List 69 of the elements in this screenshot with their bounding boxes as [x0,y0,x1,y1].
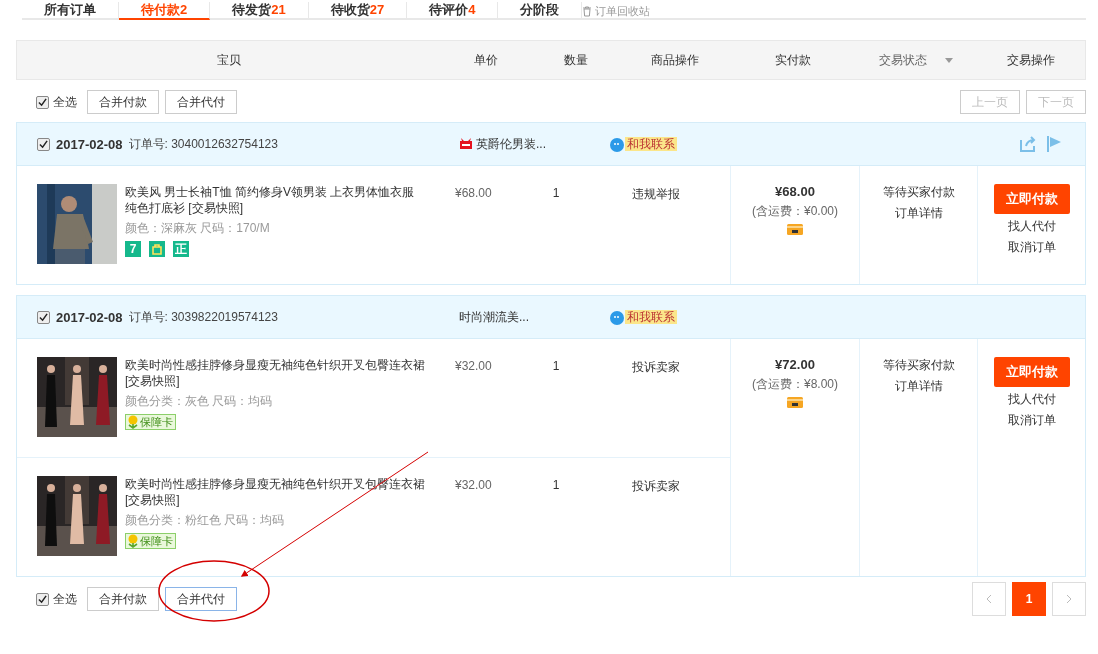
genuine-badge: 正 [173,241,189,257]
order-date: 2017-02-08 [56,309,123,325]
product-title-link[interactable]: 欧美时尚性感挂脖修身显瘦无袖纯色针织开叉包臀连衣裙 [交易快照] [125,357,425,389]
order-status: 等待买家付款 [882,357,955,374]
column-header: 实付款 [775,52,811,67]
total-paid: ¥72.00 [775,357,815,372]
order-number: 订单号: 3039822019574123 [128,308,278,326]
status-filter-dropdown[interactable]: 交易状态 [878,51,953,69]
column-header: 数量 [564,52,588,67]
shop-badge-icon [459,138,473,150]
caret-icon [944,57,953,63]
quantity: 1 [552,359,560,373]
order-action-link[interactable]: 找人代付 [1007,391,1056,408]
trash-icon [582,5,593,17]
order-tab[interactable]: 所有订单 [22,2,119,18]
chevron-right-icon [1066,594,1072,604]
merge-button[interactable]: 合并代付 [165,587,237,611]
quantity: 1 [552,478,560,492]
item-action-link[interactable]: 违规举报 [631,187,680,201]
product-specs: 颜色分类：灰色 尺码：均码 [125,393,274,410]
order-checkbox[interactable] [37,137,50,151]
chat-bubble-icon [609,136,625,152]
merge-button[interactable]: 合并付款 [87,90,159,114]
order-tab[interactable]: 待收货27 [308,2,408,18]
order-tab[interactable]: 分阶段 [498,2,583,18]
unit-price: ¥32.00 [455,478,492,492]
select-all-checkbox[interactable] [36,592,49,606]
select-all-label[interactable]: 全选 [53,93,77,111]
merge-button[interactable]: 合并代付 [165,90,237,114]
column-header: 单价 [474,52,498,67]
guarantee-card-badge: 保障卡 [125,533,176,549]
item-action-link[interactable]: 投诉卖家 [631,360,680,374]
credit-card-icon [787,397,803,408]
order-tab[interactable]: 待付款2 [119,2,211,20]
order-checkbox[interactable] [37,310,50,324]
item-action-link[interactable]: 投诉卖家 [631,479,680,493]
shop-name-link[interactable]: 英爵伦男装... [476,135,546,153]
column-header: 宝贝 [217,52,241,67]
order-action-link[interactable]: 取消订单 [1007,239,1056,256]
shipping-fee: (含运费：¥0.00) [752,203,838,220]
product-title-link[interactable]: 欧美风 男士长袖T恤 简约修身V领男装 上衣男体恤衣服纯色打底衫 [交易快照] [125,184,425,216]
order-action-link[interactable]: 找人代付 [1007,218,1056,235]
product-specs: 颜色：深麻灰 尺码：170/M [125,220,271,237]
unit-price: ¥32.00 [455,359,492,373]
column-header: 交易操作 [1006,52,1055,67]
credit-card-icon [787,224,803,235]
shop-name-link[interactable]: 时尚潮流美... [459,308,529,326]
select-all-checkbox[interactable] [36,95,49,109]
return-policy-badge: 7 [125,241,141,257]
order-action-link[interactable]: 取消订单 [1007,412,1056,429]
order-tab[interactable]: 待评价4 [407,2,499,18]
total-paid: ¥68.00 [775,184,815,199]
select-all-label[interactable]: 全选 [53,590,77,608]
column-header: 商品操作 [651,52,699,67]
bag-icon [149,241,165,257]
merge-button[interactable]: 合并付款 [87,587,159,611]
chat-bubble-icon [609,309,625,325]
shipping-fee: (含运费：¥8.00) [752,376,838,393]
order-detail-link[interactable]: 订单详情 [894,378,943,395]
order-number: 订单号: 3040012632754123 [128,135,278,153]
product-specs: 颜色分类：粉红色 尺码：均码 [125,512,286,529]
order-tab[interactable]: 待发货21 [210,2,309,18]
quantity: 1 [552,186,560,200]
order-date: 2017-02-08 [56,136,123,152]
chevron-left-icon [986,594,992,604]
guarantee-card-badge: 保障卡 [125,414,176,430]
order-status: 等待买家付款 [882,184,955,201]
order-detail-link[interactable]: 订单详情 [894,205,943,222]
unit-price: ¥68.00 [455,186,492,200]
